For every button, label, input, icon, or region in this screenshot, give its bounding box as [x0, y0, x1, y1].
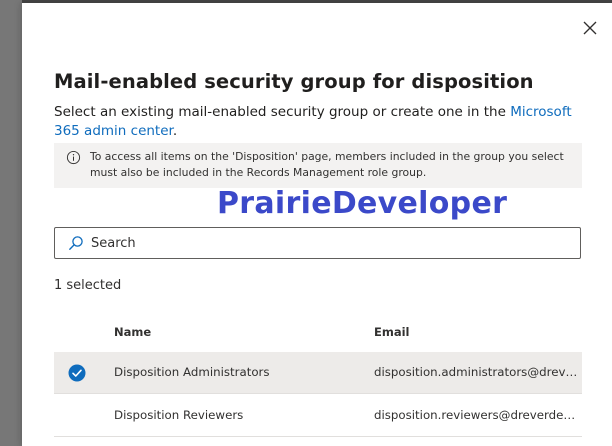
description-period: .: [172, 123, 178, 139]
selected-count: 1 selected: [54, 278, 122, 293]
page-backdrop-overlay: [0, 0, 22, 446]
search-box[interactable]: [54, 227, 581, 259]
row-email: disposition.administrators@dreverd...: [374, 365, 579, 379]
info-message-bar: To access all items on the 'Disposition'…: [54, 143, 582, 188]
description-text: Select an existing mail-enabled security…: [54, 104, 511, 120]
disposition-group-panel: Mail-enabled security group for disposit…: [22, 3, 612, 446]
info-message-text: To access all items on the 'Disposition'…: [90, 150, 564, 179]
search-input[interactable]: [91, 228, 571, 258]
close-icon: [583, 21, 597, 35]
row-name: Disposition Reviewers: [114, 408, 244, 422]
column-header-email[interactable]: Email: [374, 325, 409, 339]
table-row[interactable]: Disposition Reviewers disposition.review…: [54, 395, 582, 437]
panel-title: Mail-enabled security group for disposit…: [54, 70, 534, 93]
table-row[interactable]: Disposition Administrators disposition.a…: [54, 352, 582, 394]
panel-description: Select an existing mail-enabled security…: [54, 103, 574, 141]
info-icon: [66, 150, 81, 165]
column-header-name[interactable]: Name: [114, 325, 151, 339]
close-button[interactable]: [580, 18, 600, 38]
checkmark-circle-icon[interactable]: [68, 364, 86, 382]
row-email: disposition.reviewers@dreverdev.on...: [374, 408, 579, 422]
table-header: Name Email: [54, 314, 582, 352]
search-icon: [69, 236, 83, 250]
watermark-text: PrairieDeveloper: [217, 186, 508, 221]
row-name: Disposition Administrators: [114, 365, 270, 379]
